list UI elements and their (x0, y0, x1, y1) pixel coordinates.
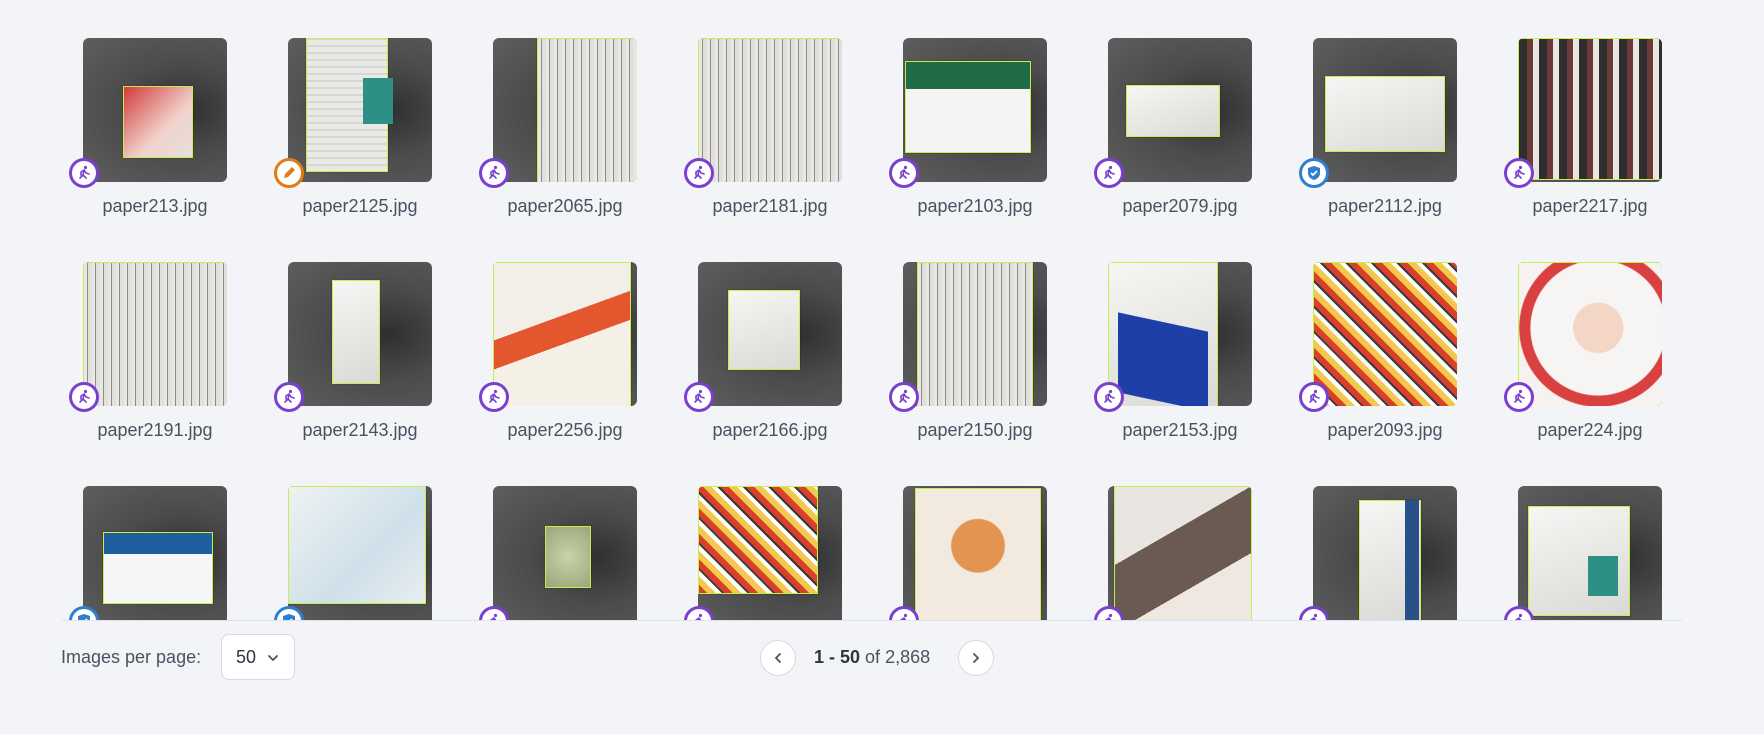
image-card[interactable]: paper2256.jpg (472, 224, 677, 440)
range-start-end: 1 - 50 (814, 647, 861, 667)
thumbnail[interactable] (83, 38, 227, 182)
runner-icon (274, 382, 304, 412)
pagination-range: 1 - 50 of 2,868 (814, 647, 930, 668)
thumbnail[interactable] (1518, 262, 1662, 406)
file-name: paper2166.jpg (712, 420, 828, 440)
thumbnail[interactable] (1518, 486, 1662, 620)
runner-icon (1504, 382, 1534, 412)
image-grid: paper213.jpg paper2125.jpg paper2065.jpg… (62, 0, 1682, 621)
image-card[interactable]: paper2150.jpg (882, 224, 1087, 440)
thumbnail[interactable] (903, 262, 1047, 406)
thumbnail[interactable] (1313, 262, 1457, 406)
file-name: paper213.jpg (102, 196, 208, 216)
image-card[interactable]: paper2125.jpg (267, 0, 472, 216)
runner-icon (889, 382, 919, 412)
thumbnail[interactable] (1313, 486, 1457, 620)
file-name: paper2112.jpg (1328, 196, 1442, 216)
runner-icon (69, 382, 99, 412)
chevron-right-icon (973, 653, 980, 663)
runner-icon (1299, 382, 1329, 412)
image-card[interactable]: paper2065.jpg (472, 0, 677, 216)
thumbnail[interactable] (1108, 486, 1252, 620)
image-card[interactable]: paper2153.jpg (1087, 224, 1292, 440)
image-card[interactable]: paper2166.jpg (677, 224, 882, 440)
runner-icon (684, 158, 714, 188)
chevron-down-icon (268, 655, 278, 662)
file-name: paper2093.jpg (1327, 420, 1443, 440)
image-card[interactable]: paper2093.jpg (1292, 224, 1497, 440)
file-name: paper2143.jpg (302, 420, 418, 440)
thumbnail[interactable] (698, 262, 842, 406)
image-card[interactable]: paper2112.jpg (1292, 0, 1497, 216)
image-card[interactable]: paper224.jpg (1497, 224, 1682, 440)
image-card[interactable]: paper213.jpg (62, 0, 267, 216)
image-card[interactable]: paper2191.jpg (62, 224, 267, 440)
image-card[interactable] (677, 448, 882, 620)
image-card[interactable] (472, 448, 677, 620)
range-of: of (865, 647, 881, 667)
runner-icon (479, 382, 509, 412)
runner-icon (479, 158, 509, 188)
thumbnail[interactable] (1518, 38, 1662, 182)
thumbnail[interactable] (288, 486, 432, 620)
runner-icon (889, 158, 919, 188)
thumbnail[interactable] (1313, 38, 1457, 182)
image-card[interactable]: paper2079.jpg (1087, 0, 1292, 216)
shield-check-icon (1299, 158, 1329, 188)
file-name: paper2125.jpg (302, 196, 418, 216)
image-card[interactable] (62, 448, 267, 620)
file-name: paper2150.jpg (917, 420, 1033, 440)
file-name: paper2217.jpg (1532, 196, 1648, 216)
images-per-page-label: Images per page: (61, 647, 202, 667)
image-card[interactable] (1292, 448, 1497, 620)
thumbnail[interactable] (903, 38, 1047, 182)
file-name: paper2181.jpg (712, 196, 828, 216)
chevron-left-icon (774, 653, 781, 663)
image-card[interactable] (267, 448, 472, 620)
file-name: paper224.jpg (1537, 420, 1643, 440)
file-name: paper2065.jpg (507, 196, 623, 216)
thumbnail[interactable] (288, 262, 432, 406)
runner-icon (69, 158, 99, 188)
pen-icon (274, 158, 304, 188)
image-card[interactable]: paper2181.jpg (677, 0, 882, 216)
per-page-select[interactable]: 50 (221, 634, 295, 680)
image-card[interactable]: paper2143.jpg (267, 224, 472, 440)
thumbnail[interactable] (1108, 38, 1252, 182)
thumbnail[interactable] (493, 262, 637, 406)
runner-icon (1094, 158, 1124, 188)
previous-page-button[interactable] (760, 640, 796, 676)
thumbnail[interactable] (698, 38, 842, 182)
thumbnail[interactable] (83, 486, 227, 620)
runner-icon (1094, 382, 1124, 412)
image-card[interactable] (1497, 448, 1682, 620)
image-card[interactable] (882, 448, 1087, 620)
range-total: 2,868 (885, 647, 931, 667)
file-name: paper2079.jpg (1122, 196, 1238, 216)
image-card[interactable]: paper2103.jpg (882, 0, 1087, 216)
thumbnail[interactable] (288, 38, 432, 182)
thumbnail[interactable] (1108, 262, 1252, 406)
thumbnail[interactable] (493, 38, 637, 182)
file-name: paper2256.jpg (507, 420, 623, 440)
runner-icon (684, 382, 714, 412)
file-name: paper2191.jpg (97, 420, 213, 440)
file-name: paper2103.jpg (917, 196, 1033, 216)
thumbnail[interactable] (903, 486, 1047, 620)
image-card[interactable] (1087, 448, 1292, 620)
file-name: paper2153.jpg (1122, 420, 1238, 440)
thumbnail[interactable] (83, 262, 227, 406)
image-card[interactable]: paper2217.jpg (1497, 0, 1682, 216)
thumbnail[interactable] (493, 486, 637, 620)
per-page-value: 50 (236, 646, 257, 667)
next-page-button[interactable] (958, 640, 994, 676)
runner-icon (1504, 158, 1534, 188)
thumbnail[interactable] (698, 486, 842, 620)
